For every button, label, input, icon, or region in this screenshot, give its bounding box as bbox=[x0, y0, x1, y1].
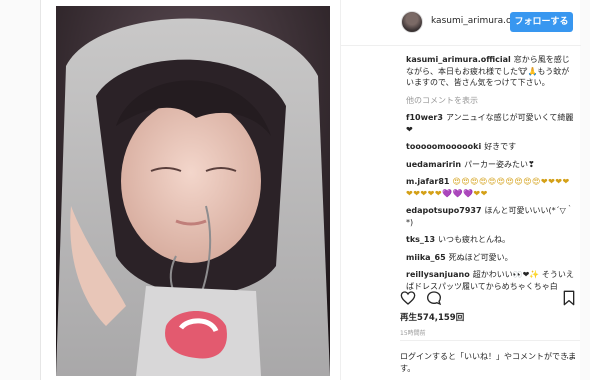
post-timestamp[interactable]: 15時間前 bbox=[400, 328, 426, 337]
comment-username[interactable]: tks_13 bbox=[406, 235, 435, 244]
list-item: tooooomoooooki 好きです bbox=[406, 141, 576, 153]
comment-username[interactable]: uedamaririn bbox=[406, 160, 461, 169]
comment-text: 好きです bbox=[484, 142, 517, 151]
follow-button[interactable]: フォローする bbox=[510, 12, 573, 32]
comment-username[interactable]: miika_65 bbox=[406, 253, 446, 262]
comment-text: いつも疲れとんね。 bbox=[438, 235, 511, 244]
comment-username[interactable]: edapotsupo7937 bbox=[406, 206, 482, 215]
list-item: reillysanjuano 超かわいい👀❤✨ そういえばドレスパッツ履いてからめ… bbox=[406, 269, 576, 292]
comment-text: 死ぬほど可愛い。 bbox=[448, 252, 513, 262]
post-caption: kasumi_arimura.official 窓から風を感じながら、本日もお疲れ… bbox=[406, 54, 576, 89]
header-username[interactable]: kasumi_arimura.of bbox=[431, 16, 515, 26]
post-video-frame bbox=[56, 6, 330, 376]
caption-username[interactable]: kasumi_arimura.official bbox=[406, 55, 511, 64]
list-item: f10wer3 アンニュイな感じが可愛いくて綺麗❤ bbox=[406, 112, 576, 135]
avatar[interactable] bbox=[401, 11, 423, 33]
bookmark-icon[interactable] bbox=[562, 290, 576, 306]
speech-bubble-icon[interactable] bbox=[426, 290, 442, 306]
list-item: m.jafar81 😍😍😍😍😍😍😍😍😍😍❤❤❤❤❤❤❤❤❤💜💜💜❤❤ bbox=[406, 176, 576, 199]
list-item: edapotsupo7937 ほんと可愛いいい(*´▽｀*) bbox=[406, 205, 576, 228]
divider bbox=[400, 340, 580, 341]
more-comments-link[interactable]: 他のコメントを表示 bbox=[406, 95, 576, 107]
comment-username[interactable]: reillysanjuano bbox=[406, 270, 470, 279]
login-prompt[interactable]: ログインすると「いいね！」やコメントができます。 bbox=[400, 351, 580, 375]
comments-list: kasumi_arimura.official 窓から風を感じながら、本日もお疲れ… bbox=[406, 54, 576, 298]
post-header: kasumi_arimura.of フォローする bbox=[341, 0, 581, 46]
list-item: tks_13 いつも疲れとんね。 bbox=[406, 234, 576, 246]
comment-text: パーカー姿みたい❣ bbox=[464, 159, 535, 169]
comment-username[interactable]: tooooomoooooki bbox=[406, 142, 481, 151]
comment-username[interactable]: m.jafar81 bbox=[406, 177, 449, 186]
view-count: 再生574,159回 bbox=[400, 313, 465, 323]
list-item: uedamaririn パーカー姿みたい❣ bbox=[406, 159, 576, 171]
more-dots-icon[interactable]: ⋯ bbox=[566, 353, 576, 364]
heart-icon[interactable] bbox=[400, 290, 416, 306]
comment-username[interactable]: f10wer3 bbox=[406, 113, 443, 122]
post-video[interactable] bbox=[56, 6, 330, 376]
list-item: miika_65 死ぬほど可愛い。 bbox=[406, 252, 576, 264]
post-sidebar: kasumi_arimura.of フォローする kasumi_arimura.… bbox=[340, 0, 581, 380]
